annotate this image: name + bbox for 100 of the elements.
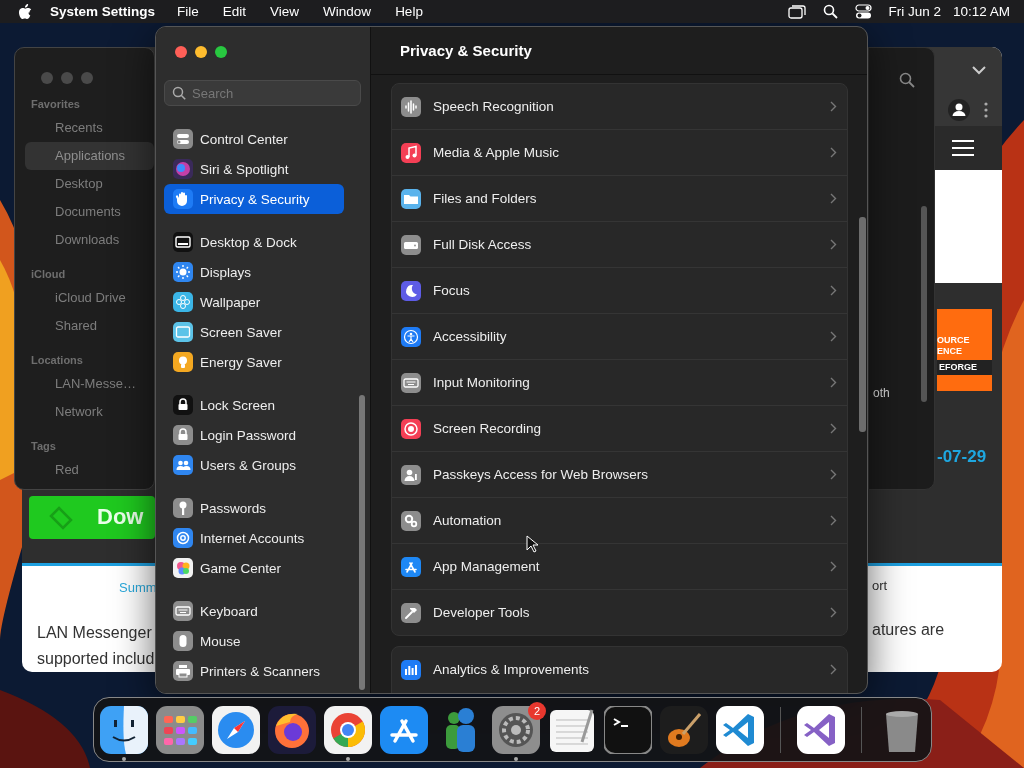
sidebar-item[interactable]: Users & Groups bbox=[164, 450, 344, 480]
lightbulb-icon bbox=[173, 352, 193, 372]
sidebar-heading: iCloud bbox=[30, 267, 67, 282]
minimize-button[interactable] bbox=[195, 46, 207, 58]
windows-icon[interactable] bbox=[788, 4, 807, 19]
settings-row[interactable]: Full Disk Access bbox=[392, 221, 847, 267]
sidebar-item[interactable]: Shared bbox=[25, 312, 154, 340]
sidebar-item[interactable]: Wallpaper bbox=[164, 287, 344, 317]
scrollbar[interactable] bbox=[921, 206, 927, 402]
sidebar-item[interactable]: Printers & Scanners bbox=[164, 656, 344, 686]
settings-row[interactable]: Files and Folders bbox=[392, 175, 847, 221]
sidebar-item[interactable]: Desktop & Dock bbox=[164, 227, 344, 257]
row-label: Analytics & Improvements bbox=[433, 662, 591, 677]
sidebar-item[interactable]: Downloads bbox=[25, 226, 154, 254]
ribbon-icon[interactable] bbox=[797, 705, 845, 754]
app-icon[interactable] bbox=[380, 705, 428, 754]
scrollbar[interactable] bbox=[359, 395, 365, 690]
row-label: Screen Recording bbox=[433, 421, 543, 436]
fox-globe-icon[interactable] bbox=[268, 705, 316, 754]
dock-icon bbox=[173, 232, 193, 252]
sidebar-item[interactable]: iCloud Drive bbox=[25, 284, 154, 312]
sidebar-item[interactable]: Privacy & Security bbox=[164, 184, 344, 214]
sidebar-item[interactable]: Displays bbox=[164, 257, 344, 287]
sidebar-item[interactable]: Login Password bbox=[164, 420, 344, 450]
ribbon-icon[interactable] bbox=[716, 705, 764, 754]
face-icon[interactable] bbox=[100, 705, 148, 754]
sidebar-item[interactable]: LAN-Messe… bbox=[25, 370, 154, 398]
row-label: Automation bbox=[433, 513, 503, 528]
settings-row[interactable]: Analytics & Improvements bbox=[392, 647, 847, 692]
menu-item[interactable]: Window bbox=[323, 4, 372, 19]
menu-item[interactable]: File bbox=[177, 4, 199, 19]
orb-icon bbox=[173, 159, 193, 179]
sidebar-item[interactable]: Passwords bbox=[164, 493, 344, 523]
sidebar-item[interactable]: Recents bbox=[25, 114, 154, 142]
sidebar-item[interactable]: Documents bbox=[25, 198, 154, 226]
chevron-icon[interactable] bbox=[972, 66, 986, 76]
search-field[interactable]: Search bbox=[164, 80, 361, 106]
settings-row[interactable]: Automation bbox=[392, 497, 847, 543]
chrome-icon[interactable] bbox=[324, 705, 372, 754]
compass-icon[interactable] bbox=[212, 705, 260, 754]
hand-icon bbox=[173, 189, 193, 209]
pointer-icon bbox=[526, 535, 538, 553]
gear-icon[interactable] bbox=[492, 705, 540, 754]
settings-row[interactable]: Speech Recognition bbox=[392, 84, 847, 129]
sidebar-item[interactable]: Lock Screen bbox=[164, 390, 344, 420]
key-icon bbox=[173, 498, 193, 518]
sidebar-item[interactable]: Game Center bbox=[164, 553, 344, 583]
sidebar-item[interactable]: Energy Saver bbox=[164, 347, 344, 377]
sidebar-heading: Locations bbox=[30, 353, 84, 368]
app-label: oth bbox=[873, 386, 890, 400]
sidebar-item[interactable]: Screen Saver bbox=[164, 317, 344, 347]
menu-item[interactable]: View bbox=[270, 4, 300, 19]
app-icon bbox=[401, 556, 421, 577]
settings-row[interactable]: Passkeys Access for Web Browsers bbox=[392, 451, 847, 497]
scrollbar[interactable] bbox=[859, 217, 866, 432]
settings-row[interactable]: App Management bbox=[392, 543, 847, 589]
chevron-icon bbox=[830, 193, 837, 204]
zoom-button[interactable] bbox=[215, 46, 227, 58]
settings-row[interactable]: Focus bbox=[392, 267, 847, 313]
menu-item[interactable]: Edit bbox=[222, 4, 247, 19]
hammer-icon bbox=[401, 602, 421, 623]
screen-icon bbox=[173, 322, 193, 342]
search-icon[interactable] bbox=[823, 4, 839, 19]
grid-icon[interactable] bbox=[156, 705, 204, 754]
sidebar-label: Wallpaper bbox=[200, 294, 261, 310]
settings-row[interactable]: Media & Apple Music bbox=[392, 129, 847, 175]
menu-item[interactable]: Help bbox=[395, 4, 423, 19]
sidebar-item[interactable]: Keyboard bbox=[164, 596, 344, 626]
terminal-icon[interactable] bbox=[604, 705, 652, 754]
settings-row[interactable]: Developer Tools bbox=[392, 589, 847, 635]
settings-row[interactable]: Input Monitoring bbox=[392, 359, 847, 405]
sidebar-item[interactable]: Applications bbox=[25, 142, 154, 170]
tab-link[interactable]: ort bbox=[872, 578, 1002, 593]
apple-icon[interactable] bbox=[18, 3, 32, 20]
chevron-icon bbox=[830, 147, 837, 158]
settings-row[interactable]: Screen Recording bbox=[392, 405, 847, 451]
sidebar-item[interactable]: Control Center bbox=[164, 124, 344, 154]
description-text: atures are bbox=[872, 621, 946, 639]
close-button[interactable] bbox=[175, 46, 187, 58]
more-icon[interactable] bbox=[984, 101, 988, 118]
settings-row[interactable]: Accessibility bbox=[392, 313, 847, 359]
sidebar-item[interactable]: Internet Accounts bbox=[164, 523, 344, 553]
sidebar-item[interactable]: Siri & Spotlight bbox=[164, 154, 344, 184]
menu-app-name[interactable]: System Settings bbox=[50, 4, 156, 19]
row-label: Media & Apple Music bbox=[433, 145, 561, 160]
at-sign-icon bbox=[173, 528, 193, 548]
chevron-icon bbox=[830, 469, 837, 480]
printer-icon bbox=[173, 661, 193, 681]
sidebar-item[interactable]: Desktop bbox=[25, 170, 154, 198]
sidebar-item[interactable]: Network bbox=[25, 398, 154, 426]
menu-time: 10:12 AM bbox=[952, 4, 1010, 19]
profile-icon[interactable] bbox=[948, 98, 970, 121]
sidebar-item[interactable]: Red bbox=[25, 456, 154, 484]
lock-icon bbox=[173, 425, 193, 445]
sidebar-item[interactable]: Mouse bbox=[164, 626, 344, 656]
toggle-icon[interactable] bbox=[855, 4, 873, 19]
sun-icon bbox=[173, 262, 193, 282]
menu-icon[interactable] bbox=[952, 139, 974, 156]
guitar-icon[interactable] bbox=[660, 705, 708, 754]
notification-badge: 2 bbox=[528, 701, 546, 720]
